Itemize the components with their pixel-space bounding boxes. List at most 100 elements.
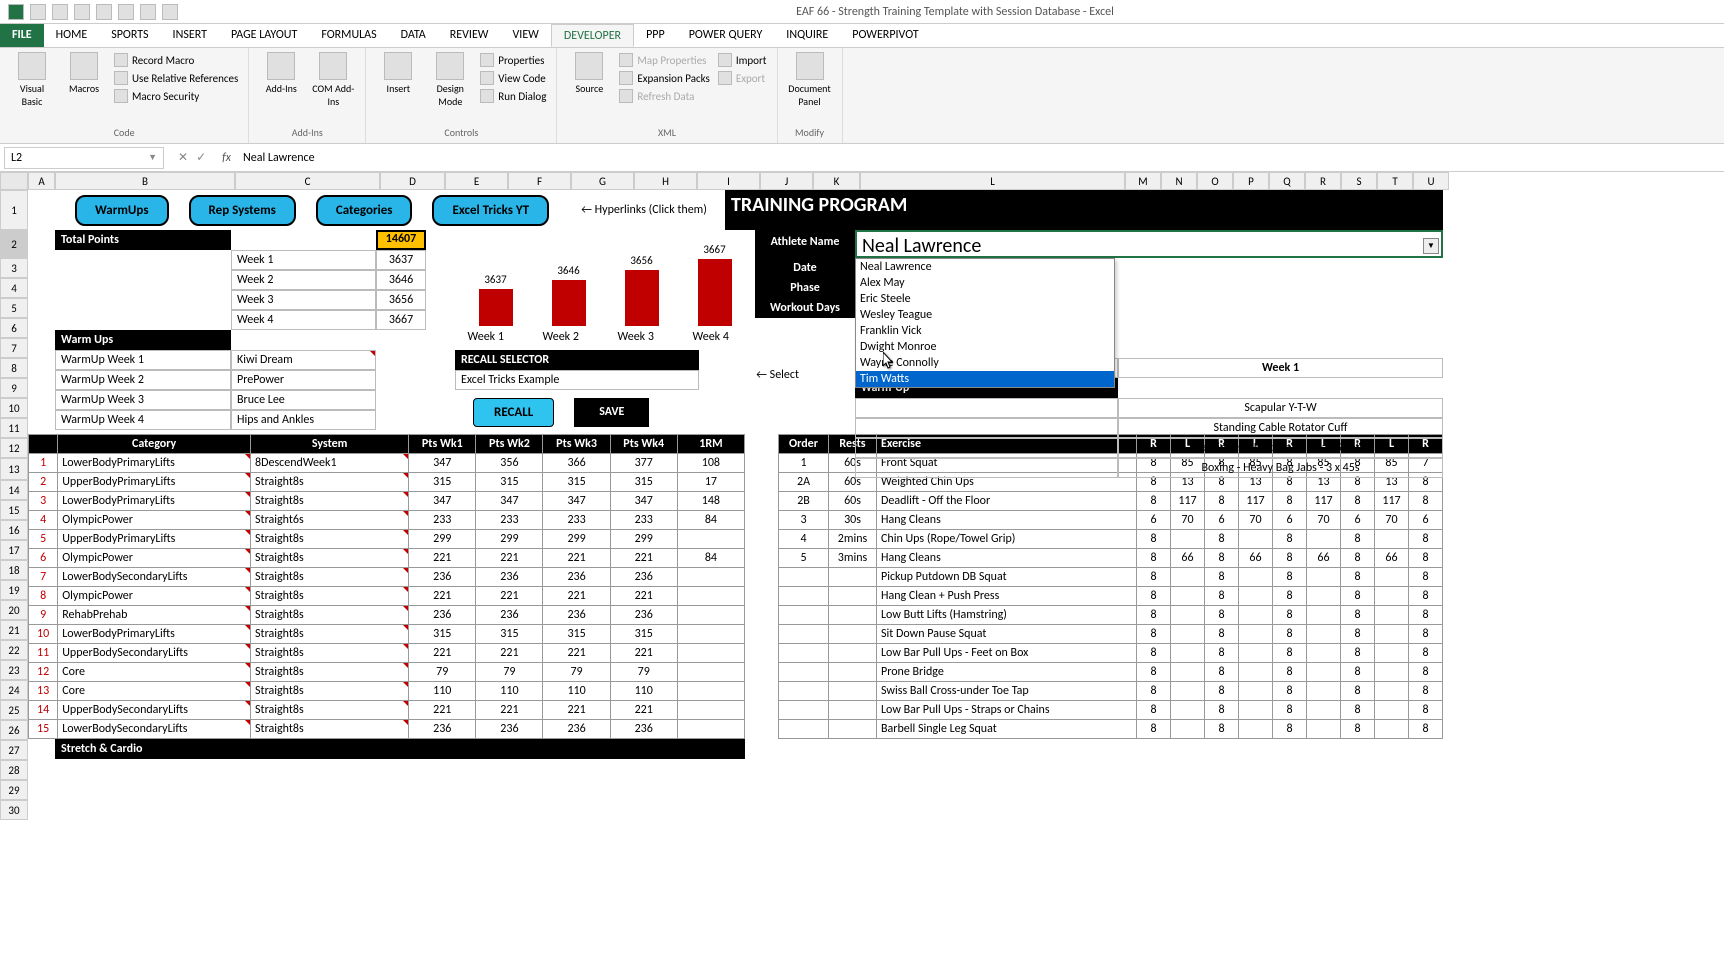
tab-inquire[interactable]: INQUIRE <box>774 24 840 47</box>
row-header-18[interactable]: 18 <box>0 560 28 580</box>
tab-insert[interactable]: INSERT <box>161 24 219 47</box>
import-button[interactable]: Import <box>718 52 767 68</box>
row-header-25[interactable]: 25 <box>0 700 28 720</box>
table-row[interactable]: 15LowerBodySecondaryLiftsStraight8s23623… <box>29 720 745 739</box>
row-header-28[interactable]: 28 <box>0 760 28 780</box>
row-header-9[interactable]: 9 <box>0 378 28 398</box>
table-row[interactable]: 14UpperBodySecondaryLiftsStraight8s22122… <box>29 701 745 720</box>
row-header-13[interactable]: 13 <box>0 458 28 480</box>
save-icon[interactable] <box>30 4 46 20</box>
qat-icon[interactable] <box>118 4 134 20</box>
row-header-17[interactable]: 17 <box>0 540 28 560</box>
row-header-19[interactable]: 19 <box>0 580 28 600</box>
qat-icon[interactable] <box>162 4 178 20</box>
row-header-24[interactable]: 24 <box>0 680 28 700</box>
tab-view[interactable]: VIEW <box>500 24 550 47</box>
exercise-row[interactable]: Swiss Ball Cross-under Toe Tap88888 <box>779 682 1443 701</box>
formula-input[interactable]: Neal Lawrence <box>237 148 1724 168</box>
table-row[interactable]: 6OlympicPowerStraight8s22122122122184 <box>29 549 745 568</box>
tab-data[interactable]: DATA <box>389 24 438 47</box>
dropdown-option[interactable]: Tim Watts <box>856 371 1114 387</box>
tab-file[interactable]: FILE <box>0 24 44 47</box>
com-addins-button[interactable]: COM Add-Ins <box>311 52 355 108</box>
dropdown-option[interactable]: Franklin Vick <box>856 323 1114 339</box>
rep-systems-button[interactable]: Rep Systems <box>189 195 296 226</box>
row-header-4[interactable]: 4 <box>0 278 28 298</box>
row-header-10[interactable]: 10 <box>0 398 28 418</box>
tab-sports[interactable]: SPORTS <box>99 24 160 47</box>
categories-button[interactable]: Categories <box>316 195 413 226</box>
dropdown-option[interactable]: Eric Steele <box>856 291 1114 307</box>
col-header-T[interactable]: T <box>1377 172 1413 190</box>
addins-button[interactable]: Add-Ins <box>259 52 303 95</box>
row-header-3[interactable]: 3 <box>0 258 28 278</box>
row-header-5[interactable]: 5 <box>0 298 28 318</box>
expansion-packs-button[interactable]: Expansion Packs <box>619 70 709 86</box>
warmup-week-value[interactable]: Hips and Ankles <box>231 410 376 430</box>
exercise-row[interactable]: Prone Bridge88888 <box>779 663 1443 682</box>
exercise-row[interactable]: 330sHang Cleans6706706706706 <box>779 511 1443 530</box>
properties-button[interactable]: Properties <box>480 52 546 68</box>
refresh-data-button[interactable]: Refresh Data <box>619 88 709 104</box>
exercise-row[interactable]: Hang Clean + Push Press88888 <box>779 587 1443 606</box>
table-row[interactable]: 4OlympicPowerStraight6s23323323323384 <box>29 511 745 530</box>
col-header-Q[interactable]: Q <box>1269 172 1305 190</box>
row-header-27[interactable]: 27 <box>0 740 28 760</box>
col-header-C[interactable]: C <box>235 172 380 190</box>
exercise-row[interactable]: Barbell Single Leg Squat88888 <box>779 720 1443 739</box>
tab-formulas[interactable]: FORMULAS <box>309 24 388 47</box>
row-header-30[interactable]: 30 <box>0 800 28 820</box>
redo-icon[interactable] <box>74 4 90 20</box>
design-mode-button[interactable]: Design Mode <box>428 52 472 108</box>
tab-home[interactable]: HOME <box>44 24 100 47</box>
col-header-G[interactable]: G <box>571 172 634 190</box>
row-header-16[interactable]: 16 <box>0 520 28 540</box>
recall-button[interactable]: RECALL <box>473 398 554 427</box>
col-header-A[interactable]: A <box>28 172 55 190</box>
view-code-button[interactable]: View Code <box>480 70 546 86</box>
accept-icon[interactable]: ✓ <box>196 150 206 165</box>
table-row[interactable]: 5UpperBodyPrimaryLiftsStraight8s29929929… <box>29 530 745 549</box>
dropdown-option[interactable]: Wesley Teague <box>856 307 1114 323</box>
table-row[interactable]: 8OlympicPowerStraight8s221221221221 <box>29 587 745 606</box>
qat-icon[interactable] <box>140 4 156 20</box>
row-header-1[interactable]: 1 <box>0 190 28 230</box>
table-row[interactable]: 9RehabPrehabStraight8s236236236236 <box>29 606 745 625</box>
exercise-row[interactable]: 2B60sDeadlift - Off the Floor81178117811… <box>779 492 1443 511</box>
chevron-down-icon[interactable]: ▼ <box>1423 238 1439 254</box>
run-dialog-button[interactable]: Run Dialog <box>480 88 546 104</box>
col-header-U[interactable]: U <box>1413 172 1449 190</box>
col-header-B[interactable]: B <box>55 172 235 190</box>
table-row[interactable]: 11UpperBodySecondaryLiftsStraight8s22122… <box>29 644 745 663</box>
save-button[interactable]: SAVE <box>574 398 649 427</box>
qat-icon[interactable] <box>96 4 112 20</box>
fx-icon[interactable]: fx <box>216 151 237 165</box>
row-header-26[interactable]: 26 <box>0 720 28 740</box>
col-header-I[interactable]: I <box>697 172 760 190</box>
col-header-S[interactable]: S <box>1341 172 1377 190</box>
row-header-23[interactable]: 23 <box>0 660 28 680</box>
col-header-M[interactable]: M <box>1125 172 1161 190</box>
col-header-O[interactable]: O <box>1197 172 1233 190</box>
exercise-row[interactable]: 53minsHang Cleans8668668668668 <box>779 549 1443 568</box>
table-row[interactable]: 10LowerBodyPrimaryLiftsStraight8s3153153… <box>29 625 745 644</box>
row-header-21[interactable]: 21 <box>0 620 28 640</box>
row-header-7[interactable]: 7 <box>0 338 28 358</box>
warmups-button[interactable]: WarmUps <box>75 195 169 226</box>
export-button[interactable]: Export <box>718 70 767 86</box>
col-header-D[interactable]: D <box>380 172 445 190</box>
exercise-row[interactable]: Low Bar Pull Ups - Straps or Chains88888 <box>779 701 1443 720</box>
document-panel-button[interactable]: Document Panel <box>788 52 832 108</box>
table-row[interactable]: 2UpperBodyPrimaryLiftsStraight8s31531531… <box>29 473 745 492</box>
worksheet[interactable]: WarmUps Rep Systems Categories Excel Tri… <box>28 190 1443 820</box>
tab-powerpivot[interactable]: POWERPIVOT <box>840 24 930 47</box>
name-box[interactable]: L2▼ <box>4 147 164 169</box>
row-header-20[interactable]: 20 <box>0 600 28 620</box>
visual-basic-button[interactable]: Visual Basic <box>10 52 54 108</box>
row-header-12[interactable]: 12 <box>0 438 28 458</box>
tab-review[interactable]: REVIEW <box>438 24 501 47</box>
tab-page-layout[interactable]: PAGE LAYOUT <box>219 24 309 47</box>
col-header-K[interactable]: K <box>813 172 860 190</box>
tab-developer[interactable]: DEVELOPER <box>551 24 634 47</box>
exercise-row[interactable]: 42minsChin Ups (Rope/Towel Grip)88888 <box>779 530 1443 549</box>
